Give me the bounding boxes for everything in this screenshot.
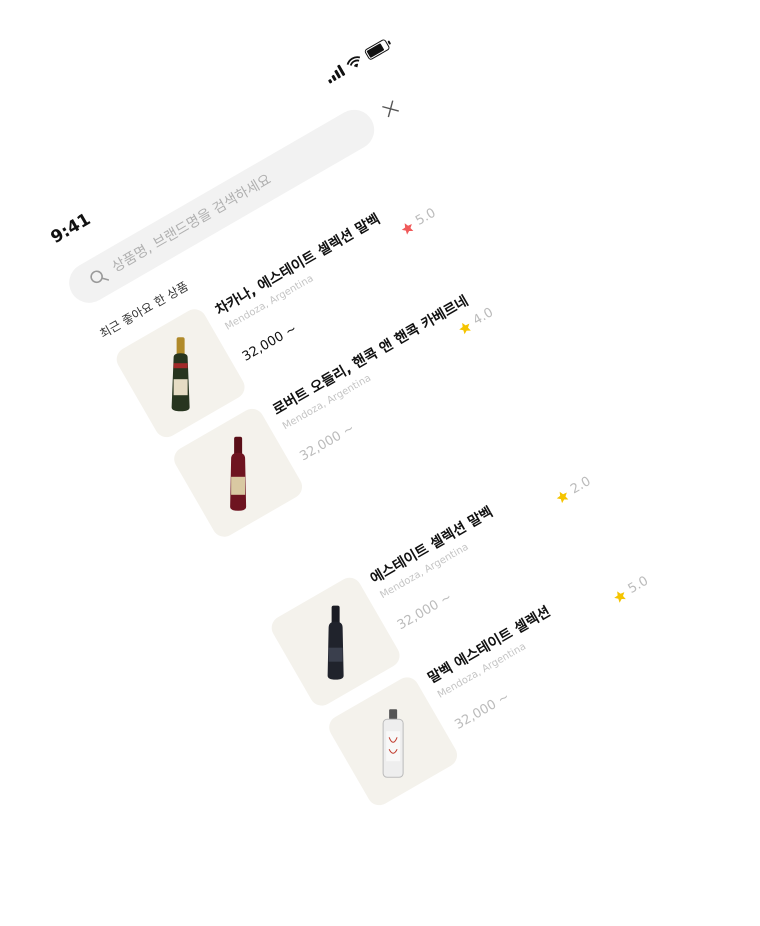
status-icons (324, 38, 391, 84)
close-icon (382, 100, 399, 118)
search-screen: 9:41 최근 좋아요 한 상품 (20, 20, 752, 859)
search-icon (90, 270, 110, 284)
wifi-icon (346, 56, 361, 68)
signal-icon (324, 64, 346, 84)
close-button[interactable] (374, 92, 407, 125)
status-time: 9:41 (47, 209, 95, 248)
battery-icon (363, 38, 391, 61)
